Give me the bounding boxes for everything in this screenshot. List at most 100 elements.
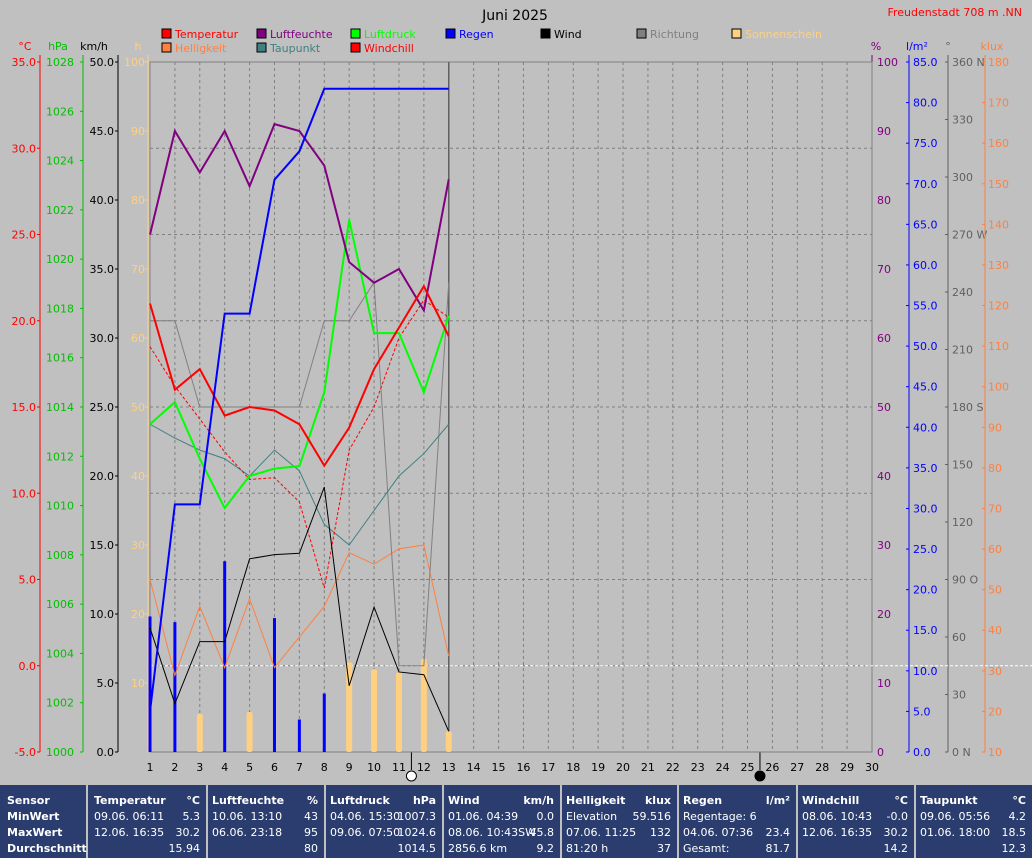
direction-tick-label: 120 <box>952 516 973 529</box>
legend-swatch-luftdruck <box>350 28 361 39</box>
legend-label-temperatur: Temperatur <box>174 28 239 41</box>
humidity-tick-label: 90 <box>877 125 891 138</box>
stats-min-date: 08.06. 10:43 <box>802 810 873 823</box>
legend-label-windchill: Windchill <box>364 42 414 55</box>
stats-max-date: 06.06. 23:18 <box>212 826 283 839</box>
direction-tick-label: 300 <box>952 171 973 184</box>
temperature-tick-label: 5.0 <box>19 574 37 587</box>
stats-min-value: 5.3 <box>182 810 201 823</box>
rain-tick-label: 55.0 <box>913 300 938 313</box>
wind-tick-label: 40.0 <box>90 194 115 207</box>
stats-header: Taupunkt <box>920 794 978 807</box>
statistics-table: Sensor MinWert MaxWert Durchschnitt Temp… <box>0 785 1032 858</box>
plot-area <box>148 61 1032 753</box>
row-label-sensor: Sensor <box>7 794 50 807</box>
legend-label-wind: Wind <box>554 28 582 41</box>
direction-tick-label: 90 O <box>952 574 978 587</box>
humidity-tick-label: 20 <box>877 608 891 621</box>
humidity-tick-label: 10 <box>877 677 891 690</box>
x-tick-label: 1 <box>147 761 154 774</box>
humidity-tick-label: 70 <box>877 263 891 276</box>
stats-min-value: -0.0 <box>886 810 908 823</box>
brightness-tick-label: 160 <box>988 137 1009 150</box>
rain-bar <box>173 622 177 752</box>
pressure-tick-label: 1008 <box>46 549 74 562</box>
stats-min-date: 09.06. 05:56 <box>920 810 991 823</box>
rain-tick-label: 75.0 <box>913 137 938 150</box>
legend-swatch-luftfeuchte <box>256 28 267 39</box>
stats-avg-value: 9.2 <box>536 842 555 855</box>
stats-unit: °C <box>186 794 200 807</box>
stats-avg-value: 1014.5 <box>397 842 437 855</box>
brightness-tick-label: 20 <box>988 705 1002 718</box>
brightness-tick-label: 120 <box>988 300 1009 313</box>
legend-swatch-sonnenschein <box>731 28 742 39</box>
humidity-tick-label: 0 <box>877 746 884 759</box>
stats-header: Luftdruck <box>330 794 390 807</box>
legend-label-regen: Regen <box>459 28 494 41</box>
stats-avg-label: 2856.6 km <box>448 842 508 855</box>
stats-avg-label: 81:20 h <box>566 842 609 855</box>
pressure-tick-label: 1002 <box>46 697 74 710</box>
new-moon-icon <box>754 770 766 782</box>
sunshine-tick-label: 40 <box>131 470 145 483</box>
stats-max-value: 23.4 <box>765 826 791 839</box>
x-tick-label: 25 <box>741 761 755 774</box>
sunshine-tick-label: 70 <box>131 263 145 276</box>
legend: Temperatur Luftfeuchte Luftdruck Regen Wind R… <box>161 28 822 55</box>
rain-bar <box>322 693 326 752</box>
sunshine-bar <box>420 658 427 752</box>
stats-avg-value: 37 <box>657 842 671 855</box>
rain-tick-label: 60.0 <box>913 259 938 272</box>
location-label: Freudenstadt 708 m .NN <box>887 6 1022 19</box>
stats-min-value: 0.0 <box>536 810 555 823</box>
stats-max-value: 95 <box>304 826 318 839</box>
wind-tick-label: 30.0 <box>90 332 115 345</box>
stats-min-date: Elevation <box>566 810 618 823</box>
wind-tick-label: 45.0 <box>90 125 115 138</box>
stats-max-date: 07.06. 11:25 <box>566 826 637 839</box>
stats-column-temperatur: Temperatur °C 09.06. 06:11 5.3 12.06. 16:35 3… <box>88 785 208 858</box>
x-tick-label: 19 <box>591 761 605 774</box>
rain-tick-label: 35.0 <box>913 462 938 475</box>
temperature-tick-label: 35.0 <box>12 56 37 69</box>
stats-column-taupunkt: Taupunkt °C 09.06. 05:56 4.2 01.06. 18:00 18.… <box>914 785 1032 858</box>
legend-label-helligkeit: Helligkeit <box>175 42 227 55</box>
x-tick-label: 6 <box>271 761 278 774</box>
x-tick-label: 18 <box>566 761 580 774</box>
pressure-tick-label: 1012 <box>46 450 74 463</box>
brightness-tick-label: 110 <box>988 340 1009 353</box>
pressure-tick-label: 1004 <box>46 647 74 660</box>
rain-bar <box>223 561 227 752</box>
stats-unit: l/m² <box>765 794 790 807</box>
stats-max-value: 30.2 <box>175 826 201 839</box>
rain-tick-label: 80.0 <box>913 97 938 110</box>
sunshine-tick-label: 60 <box>131 332 145 345</box>
stats-column-regen: Regen l/m² Regentage: 6 04.06. 07:36 23.4 Ges… <box>677 785 798 858</box>
x-tick-label: 14 <box>467 761 481 774</box>
sunshine-bar <box>196 714 203 752</box>
legend-swatch-helligkeit <box>161 42 172 53</box>
stats-min-value: 4.2 <box>1008 810 1027 823</box>
brightness-tick-label: 30 <box>988 665 1002 678</box>
stats-max-value: 18.5 <box>1001 826 1027 839</box>
stats-max-date: 08.06. 10:43SW <box>448 826 537 839</box>
legend-swatch-richtung <box>636 28 647 39</box>
legend-label-sonnenschein: Sonnenschein <box>745 28 822 41</box>
stats-avg-label: Gesamt: <box>683 842 730 855</box>
stats-header: Helligkeit <box>566 794 626 807</box>
stats-min-date: 04.06. 15:30 <box>330 810 401 823</box>
stats-unit: hPa <box>412 794 436 807</box>
rain-tick-label: 10.0 <box>913 665 938 678</box>
sunshine-bar <box>346 662 353 752</box>
stats-avg-value: 15.94 <box>168 842 201 855</box>
sunshine-tick-label: 30 <box>131 539 145 552</box>
pressure-tick-label: 1018 <box>46 302 74 315</box>
sunshine-tick-label: 20 <box>131 608 145 621</box>
rain-tick-label: 5.0 <box>913 705 931 718</box>
pressure-tick-label: 1024 <box>46 155 74 168</box>
x-tick-label: 21 <box>641 761 655 774</box>
x-tick-label: 24 <box>716 761 730 774</box>
rain-tick-label: 40.0 <box>913 421 938 434</box>
temperature-tick-label: 20.0 <box>12 315 37 328</box>
